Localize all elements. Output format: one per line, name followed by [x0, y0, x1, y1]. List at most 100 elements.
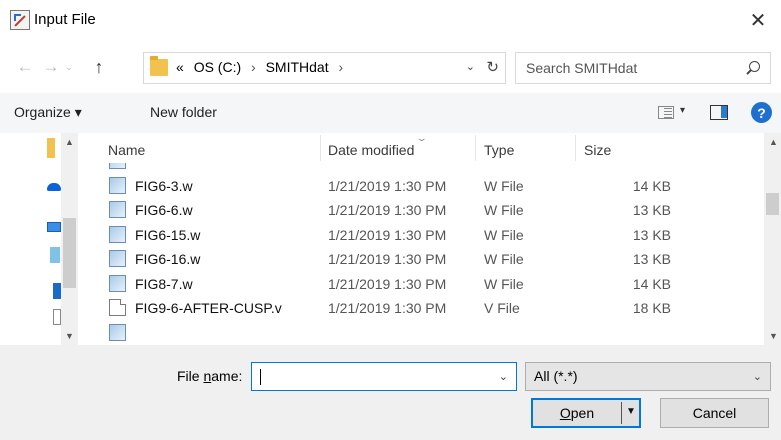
- folder-icon: [150, 56, 168, 76]
- nav-scroll-thumb[interactable]: [63, 218, 76, 288]
- scroll-down-arrow[interactable]: ▼: [65, 331, 74, 341]
- chevron-down-icon[interactable]: ▾: [680, 105, 685, 116]
- desktop-icon[interactable]: [53, 283, 61, 299]
- column-header-date[interactable]: Date modified: [328, 142, 414, 158]
- onedrive-icon[interactable]: [47, 183, 61, 191]
- chevron-down-icon[interactable]: ⌄: [753, 370, 762, 383]
- column-divider[interactable]: [320, 135, 321, 161]
- file-type: W File: [484, 226, 524, 243]
- list-item[interactable]: [80, 163, 764, 174]
- search-icon[interactable]: [749, 61, 760, 72]
- column-divider[interactable]: [475, 135, 476, 161]
- column-divider[interactable]: [575, 135, 576, 161]
- refresh-button[interactable]: ↻: [486, 58, 499, 76]
- column-header-row: ⌄ Name Date modified Type Size: [80, 133, 764, 163]
- file-name-label-part: File: [177, 368, 204, 384]
- column-header-name[interactable]: Name: [108, 142, 145, 158]
- view-options-icon[interactable]: [658, 106, 674, 119]
- list-item[interactable]: FIG6-15.w 1/21/2019 1:30 PM W File 13 KB: [80, 223, 764, 248]
- file-type: W File: [484, 202, 524, 218]
- open-button[interactable]: Open ▼: [531, 398, 641, 428]
- address-row: ← → ⌄ ↑ « OS (C:) › SMITHdat › ⌄ ↻ Searc…: [0, 41, 781, 93]
- file-list: FIG6-3.w 1/21/2019 1:30 PM W File 14 KB …: [80, 163, 764, 345]
- file-list-scrollbar[interactable]: ▲ ▼: [764, 133, 781, 345]
- column-header-type[interactable]: Type: [484, 142, 514, 158]
- file-date: 1/21/2019 1:30 PM: [328, 202, 447, 218]
- file-name-label: File name:: [177, 368, 242, 384]
- file-size: 13 KB: [632, 226, 671, 243]
- w-file-icon: [109, 323, 126, 341]
- chevron-right-icon[interactable]: ›: [251, 59, 256, 75]
- app-icon: [10, 10, 30, 30]
- list-item[interactable]: FIG8-7.w 1/21/2019 1:30 PM W File 14 KB: [80, 272, 764, 297]
- file-name: FIG6-15.w: [135, 226, 201, 243]
- file-list-scroll-thumb[interactable]: [766, 193, 779, 215]
- file-name-input[interactable]: ⌄: [251, 362, 517, 391]
- address-bar[interactable]: « OS (C:) › SMITHdat › ⌄ ↻: [143, 52, 506, 84]
- organize-button[interactable]: Organize ▾: [14, 104, 82, 121]
- w-file-icon: [109, 225, 126, 243]
- file-name: FIG9-6-AFTER-CUSP.v: [135, 300, 282, 316]
- sort-indicator-icon: ⌄: [415, 133, 428, 143]
- file-type: W File: [484, 251, 524, 267]
- list-item[interactable]: FIG6-6.w 1/21/2019 1:30 PM W File 13 KB: [80, 198, 764, 223]
- back-button[interactable]: ←: [14, 54, 36, 80]
- documents-icon[interactable]: [53, 309, 61, 325]
- file-type: W File: [484, 275, 524, 292]
- search-input[interactable]: Search SMITHdat: [515, 52, 771, 84]
- help-button[interactable]: ?: [751, 102, 772, 123]
- file-date: 1/21/2019 1:30 PM: [328, 177, 447, 194]
- text-caret: [260, 369, 261, 385]
- scroll-up-arrow[interactable]: ▲: [65, 137, 74, 147]
- new-folder-button[interactable]: New folder: [150, 104, 217, 120]
- file-size: 14 KB: [632, 275, 671, 292]
- breadcrumb-item-smithdat[interactable]: SMITHdat: [266, 59, 329, 75]
- close-button[interactable]: ✕: [735, 0, 781, 41]
- this-pc-icon[interactable]: [47, 222, 61, 232]
- file-date: 1/21/2019 1:30 PM: [328, 251, 447, 267]
- quick-access-icon[interactable]: [47, 138, 55, 158]
- up-button[interactable]: ↑: [88, 54, 110, 80]
- file-date: 1/21/2019 1:30 PM: [328, 300, 447, 316]
- chevron-down-icon[interactable]: ⌄: [499, 370, 508, 383]
- list-item[interactable]: FIG9-6-AFTER-CUSP.v 1/21/2019 1:30 PM V …: [80, 296, 764, 321]
- file-type-filter-select[interactable]: All (*.*) ⌄: [525, 362, 771, 391]
- w-file-icon: [109, 274, 126, 292]
- column-header-size[interactable]: Size: [584, 142, 611, 158]
- w-file-icon: [109, 201, 126, 218]
- v-file-icon: [109, 299, 126, 316]
- recent-locations-button[interactable]: ⌄: [63, 54, 75, 80]
- window-title: Input File: [34, 11, 96, 28]
- preview-pane-icon[interactable]: [710, 105, 728, 120]
- chevron-down-icon[interactable]: ⌄: [466, 60, 475, 73]
- breadcrumb-item-os[interactable]: OS (C:): [194, 59, 241, 75]
- file-size: 18 KB: [632, 300, 671, 316]
- file-name: FIG6-16.w: [135, 251, 201, 267]
- file-size: 13 KB: [632, 202, 671, 218]
- forward-button[interactable]: →: [40, 54, 62, 80]
- nav-scrollbar[interactable]: ▲ ▼: [61, 133, 78, 345]
- scroll-up-arrow[interactable]: ▲: [769, 137, 778, 147]
- breadcrumb-overflow[interactable]: «: [176, 59, 184, 75]
- list-item[interactable]: FIG6-16.w 1/21/2019 1:30 PM W File 13 KB: [80, 247, 764, 272]
- open-dropdown-arrow-icon[interactable]: ▼: [626, 406, 636, 417]
- file-name: FIG8-7.w: [135, 275, 193, 292]
- chevron-right-icon[interactable]: ›: [339, 59, 344, 75]
- file-size: 14 KB: [632, 177, 671, 194]
- file-type-filter-value: All (*.*): [534, 368, 578, 384]
- file-date: 1/21/2019 1:30 PM: [328, 275, 447, 292]
- w-file-icon: [109, 250, 126, 267]
- w-file-icon: [109, 163, 126, 169]
- file-date: 1/21/2019 1:30 PM: [328, 226, 447, 243]
- file-name: FIG6-6.w: [135, 202, 193, 218]
- dialog-footer: File name: ⌄ All (*.*) ⌄ Open ▼ Cancel: [0, 345, 781, 440]
- file-name: FIG6-3.w: [135, 177, 193, 194]
- list-item[interactable]: [80, 321, 764, 346]
- scroll-down-arrow[interactable]: ▼: [769, 331, 778, 341]
- cancel-button[interactable]: Cancel: [660, 398, 769, 428]
- 3d-objects-icon[interactable]: [50, 247, 60, 263]
- w-file-icon: [109, 176, 126, 194]
- navigation-pane: ▲ ▼: [0, 133, 80, 345]
- list-item[interactable]: FIG6-3.w 1/21/2019 1:30 PM W File 14 KB: [80, 174, 764, 199]
- search-placeholder: Search SMITHdat: [526, 60, 638, 76]
